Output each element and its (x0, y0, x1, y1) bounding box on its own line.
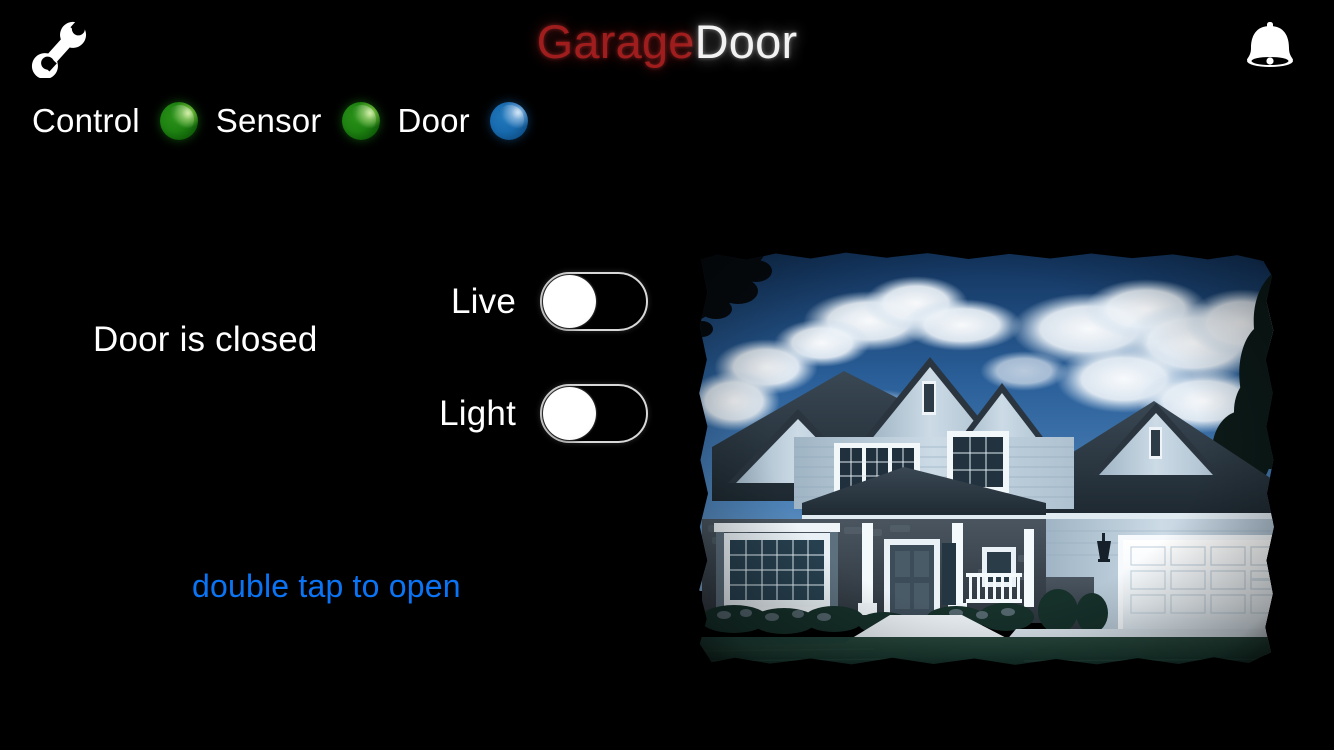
status-led-sensor (341, 102, 380, 140)
top-bar: GarageDoor (0, 0, 1334, 88)
light-toggle-switch[interactable] (540, 384, 648, 443)
live-toggle-switch[interactable] (540, 272, 648, 331)
camera-snapshot-clip (699, 252, 1274, 665)
live-toggle-knob (543, 275, 596, 328)
status-indicator-row: Control Sensor Door (32, 96, 546, 146)
status-label-sensor: Sensor (215, 102, 322, 139)
app-title-door: Door (694, 15, 798, 68)
status-label-door: Door (397, 102, 470, 139)
bell-icon (1247, 22, 1293, 67)
live-toggle-label: Live (450, 281, 516, 321)
camera-snapshot[interactable] (694, 251, 1278, 669)
light-toggle-label: Light (439, 393, 516, 433)
house-photo-image (699, 252, 1274, 665)
led-sheen (346, 105, 376, 134)
app-root: GarageDoor Control Sensor Door Door is c… (0, 0, 1334, 750)
light-toggle-knob (543, 387, 596, 440)
status-led-door (489, 102, 528, 140)
led-sheen (165, 105, 194, 134)
double-tap-to-open-button[interactable]: double tap to open (192, 568, 461, 605)
status-led-control (159, 102, 198, 140)
status-label-control: Control (32, 102, 140, 139)
led-sheen (495, 105, 525, 134)
notifications-button[interactable] (1234, 14, 1306, 78)
page-title: GarageDoor (0, 14, 1334, 70)
door-status-text: Door is closed (93, 320, 318, 359)
light-toggle-row: Light (388, 384, 648, 443)
app-title-garage: Garage (536, 15, 695, 68)
live-toggle-row: Live (388, 272, 648, 331)
